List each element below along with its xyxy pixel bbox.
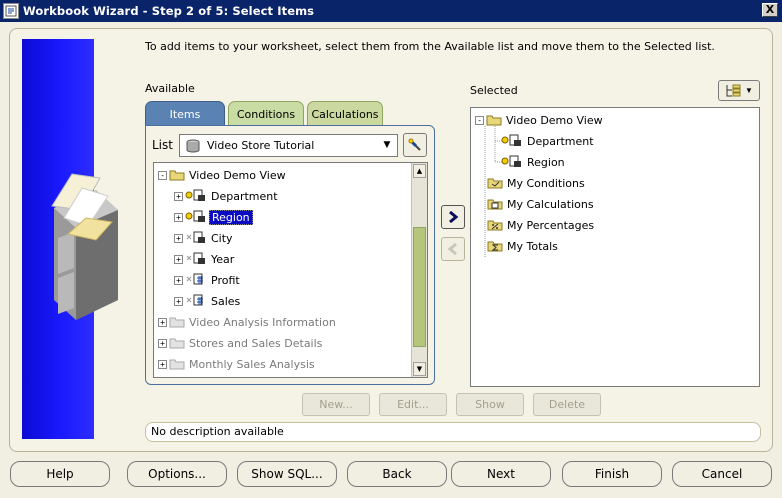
tree-options-icon	[726, 84, 741, 96]
selected-label: Selected	[470, 84, 518, 97]
tree-item-label: My Calculations	[507, 198, 594, 211]
close-button[interactable]: X	[762, 3, 778, 17]
tree-item-label: Stores and Sales Details	[189, 337, 323, 350]
back-button[interactable]: Back	[347, 461, 447, 487]
tree-item-label: Sales	[211, 295, 241, 308]
folder-icon	[169, 315, 185, 331]
tab-calculations-label: Calculations	[311, 107, 379, 121]
database-icon	[186, 139, 200, 153]
available-tree[interactable]: - Video Demo View + Department + Region …	[153, 162, 428, 378]
item-icon	[185, 230, 207, 247]
expand-icon[interactable]: +	[174, 192, 183, 201]
title-bar: Workbook Wizard - Step 2 of 5: Select It…	[0, 0, 782, 22]
tree-item-label: Department	[211, 190, 278, 203]
cancel-button[interactable]: Cancel	[672, 461, 772, 487]
expand-icon[interactable]: +	[158, 318, 167, 327]
description-box: No description available	[145, 422, 761, 442]
tree-item[interactable]: + Sales	[174, 293, 242, 310]
window-title: Workbook Wizard - Step 2 of 5: Select It…	[23, 4, 315, 18]
tree-item[interactable]: + Department	[174, 188, 280, 205]
tree-item-label: Video Demo View	[189, 169, 286, 182]
folder-icon	[169, 357, 185, 373]
tree-item-label: Department	[527, 135, 594, 148]
tree-item[interactable]: + Profit	[174, 272, 242, 289]
tree-item-label: Video Analysis Information	[189, 316, 336, 329]
finish-button[interactable]: Finish	[562, 461, 662, 487]
tree-item[interactable]: + Region	[174, 209, 253, 226]
chevron-down-icon[interactable]: ▼	[380, 138, 394, 153]
vertical-scrollbar[interactable]: ▲ ▼	[411, 163, 427, 377]
numeric-item-icon	[185, 272, 207, 289]
file-cabinet-icon	[51, 173, 118, 320]
tree-connector-lines	[484, 126, 503, 258]
delete-button[interactable]: Delete	[533, 393, 601, 416]
item-class-icon	[185, 188, 207, 205]
tree-item[interactable]: + Monthly Sales Analysis	[158, 356, 317, 373]
tree-item-label: Monthly Sales Analysis	[189, 358, 315, 371]
folder-icon	[169, 168, 185, 184]
list-label: List	[152, 138, 173, 152]
edit-button[interactable]: Edit...	[379, 393, 447, 416]
business-area-select[interactable]: Video Store Tutorial ▼	[179, 134, 398, 157]
show-sql-button[interactable]: Show SQL...	[237, 461, 337, 487]
item-class-icon	[185, 209, 207, 226]
tab-calculations[interactable]: Calculations	[307, 101, 383, 126]
selected-tree[interactable]: - Video Demo View Department Region My C…	[470, 107, 760, 387]
options-button[interactable]: Options...	[127, 461, 227, 487]
next-button[interactable]: Next	[451, 461, 551, 487]
expand-icon[interactable]: +	[174, 297, 183, 306]
available-label: Available	[145, 82, 195, 95]
tree-item-label: Region	[527, 156, 565, 169]
collapse-icon[interactable]: -	[158, 171, 167, 180]
tree-item[interactable]: - Video Demo View	[158, 167, 288, 184]
help-button[interactable]: Help	[10, 461, 110, 487]
expand-icon[interactable]: +	[174, 213, 183, 222]
tree-item-label: Year	[211, 253, 235, 266]
tree-item-label: My Percentages	[507, 219, 595, 232]
selected-options-button[interactable]: ▼	[718, 80, 760, 101]
arrow-left-icon	[447, 243, 457, 255]
tree-item-label: City	[211, 232, 233, 245]
move-left-button[interactable]	[441, 237, 465, 261]
expand-icon[interactable]: +	[174, 255, 183, 264]
tree-item-label: My Conditions	[507, 177, 585, 190]
tree-item-label: Video Demo View	[506, 114, 603, 127]
expand-icon[interactable]: +	[174, 234, 183, 243]
new-button[interactable]: New...	[302, 393, 370, 416]
chevron-down-icon: ▼	[745, 86, 753, 95]
instruction-text: To add items to your worksheet, select t…	[145, 40, 715, 53]
expand-icon[interactable]: +	[158, 360, 167, 369]
numeric-item-icon	[185, 293, 207, 310]
tab-conditions-label: Conditions	[236, 107, 296, 121]
app-icon	[3, 3, 19, 19]
tree-item[interactable]: + City	[174, 230, 235, 247]
item-icon	[185, 251, 207, 268]
scroll-up-icon[interactable]: ▲	[413, 164, 426, 178]
tab-items[interactable]: Items	[145, 101, 225, 126]
tab-items-label: Items	[169, 107, 201, 121]
flashlight-icon	[408, 138, 421, 151]
tree-item[interactable]: + Year	[174, 251, 236, 268]
scroll-down-icon[interactable]: ▼	[413, 362, 426, 376]
show-button[interactable]: Show	[456, 393, 524, 416]
tab-conditions[interactable]: Conditions	[228, 101, 304, 126]
tree-item-label: Profit	[211, 274, 240, 287]
folder-icon	[169, 336, 185, 352]
arrow-right-icon	[449, 211, 459, 223]
expand-icon[interactable]: +	[158, 339, 167, 348]
tree-item-label: My Totals	[507, 240, 558, 253]
tree-item[interactable]: + Video Analysis Information	[158, 314, 338, 331]
expand-icon[interactable]: +	[174, 276, 183, 285]
tree-item[interactable]: + Stores and Sales Details	[158, 335, 324, 352]
scroll-thumb[interactable]	[413, 227, 426, 347]
tree-item-label: Region	[209, 210, 253, 225]
business-area-value: Video Store Tutorial	[207, 139, 315, 152]
tree-item[interactable]: Department	[501, 133, 596, 150]
move-right-button[interactable]	[441, 205, 465, 229]
find-items-button[interactable]	[403, 133, 427, 157]
